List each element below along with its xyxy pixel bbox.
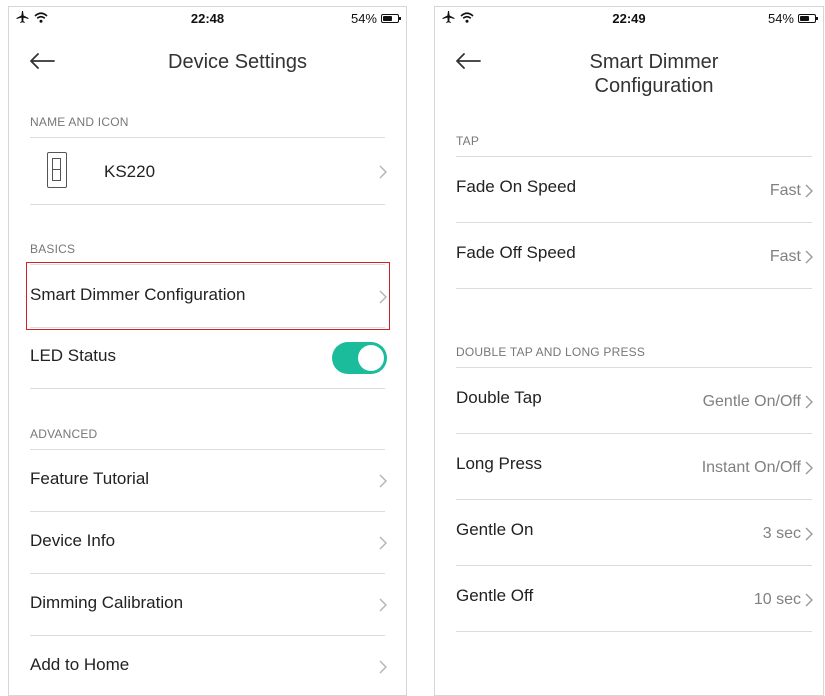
device-settings-screen: 22:48 54% Device Settings NAME AND ICON … — [8, 6, 407, 696]
divider — [30, 388, 385, 389]
device-name-row[interactable]: KS220 — [30, 138, 387, 204]
page-title: Smart Dimmer Configuration — [485, 50, 823, 98]
device-name: KS220 — [104, 162, 156, 181]
highlight-box — [26, 262, 390, 330]
page-title: Device Settings — [168, 51, 307, 73]
gentle-on-row[interactable]: Gentle On 3 sec — [456, 500, 813, 565]
divider — [30, 204, 385, 205]
status-time: 22:49 — [612, 11, 646, 26]
chevron-right-icon — [805, 250, 813, 264]
battery-icon — [381, 14, 401, 23]
section-header-tap: TAP — [456, 134, 480, 148]
device-info-label: Device Info — [30, 531, 116, 550]
back-arrow-icon[interactable] — [29, 52, 55, 70]
page-title-line-2: Configuration — [594, 75, 714, 97]
fade-off-speed-label: Fade Off Speed — [456, 243, 576, 262]
add-to-home-label: Add to Home — [30, 655, 130, 674]
long-press-value: Instant On/Off — [701, 459, 801, 476]
smart-dimmer-configuration-screen: 22:49 54% Smart Dimmer Configuration TAP… — [434, 6, 824, 696]
chevron-right-icon — [805, 593, 813, 607]
fade-off-speed-row[interactable]: Fade Off Speed Fast — [456, 223, 813, 288]
led-status-toggle[interactable] — [332, 342, 387, 374]
section-header-name-and-icon: NAME AND ICON — [30, 115, 129, 129]
switch-device-icon — [47, 152, 67, 188]
long-press-row[interactable]: Long Press Instant On/Off — [456, 434, 813, 499]
led-status-label: LED Status — [30, 346, 116, 365]
status-time: 22:48 — [190, 11, 225, 26]
status-bar: 22:48 54% — [9, 7, 406, 29]
led-status-row: LED Status — [30, 328, 387, 388]
long-press-label: Long Press — [456, 454, 542, 473]
page-title-line-1: Smart Dimmer — [589, 51, 719, 73]
chevron-right-icon — [805, 184, 813, 198]
status-bar: 22:49 54% — [435, 7, 823, 29]
device-info-row[interactable]: Device Info — [30, 512, 387, 573]
battery-percent: 54% — [350, 11, 377, 26]
double-tap-value: Gentle On/Off — [702, 393, 801, 410]
dimming-calibration-label: Dimming Calibration — [30, 593, 184, 612]
gentle-on-value: 3 sec — [762, 525, 801, 542]
gentle-off-value: 10 sec — [753, 591, 801, 608]
gentle-on-label: Gentle On — [456, 520, 534, 539]
double-tap-label: Double Tap — [456, 388, 542, 407]
fade-on-speed-value: Fast — [769, 182, 801, 199]
chevron-right-icon — [379, 536, 387, 550]
back-arrow-icon[interactable] — [455, 52, 481, 70]
chevron-right-icon — [379, 474, 387, 488]
double-tap-row[interactable]: Double Tap Gentle On/Off — [456, 368, 813, 433]
battery-percent: 54% — [767, 11, 794, 26]
divider — [456, 288, 812, 289]
fade-on-speed-row[interactable]: Fade On Speed Fast — [456, 157, 813, 222]
section-header-double-tap-long-press: DOUBLE TAP AND LONG PRESS — [456, 345, 646, 359]
dimming-calibration-row[interactable]: Dimming Calibration — [30, 574, 387, 635]
chevron-right-icon — [379, 598, 387, 612]
chevron-right-icon — [805, 395, 813, 409]
feature-tutorial-label: Feature Tutorial — [30, 469, 150, 488]
divider — [456, 631, 812, 632]
chevron-right-icon — [805, 527, 813, 541]
section-header-basics: BASICS — [30, 242, 76, 256]
chevron-right-icon — [379, 660, 387, 674]
fade-off-speed-value: Fast — [769, 248, 801, 265]
chevron-right-icon — [379, 165, 387, 179]
section-header-advanced: ADVANCED — [30, 427, 98, 441]
fade-on-speed-label: Fade On Speed — [456, 177, 577, 196]
add-to-home-row[interactable]: Add to Home — [30, 636, 387, 695]
chevron-right-icon — [805, 461, 813, 475]
battery-icon — [798, 14, 818, 23]
feature-tutorial-row[interactable]: Feature Tutorial — [30, 450, 387, 511]
gentle-off-row[interactable]: Gentle Off 10 sec — [456, 566, 813, 631]
gentle-off-label: Gentle Off — [456, 586, 534, 605]
